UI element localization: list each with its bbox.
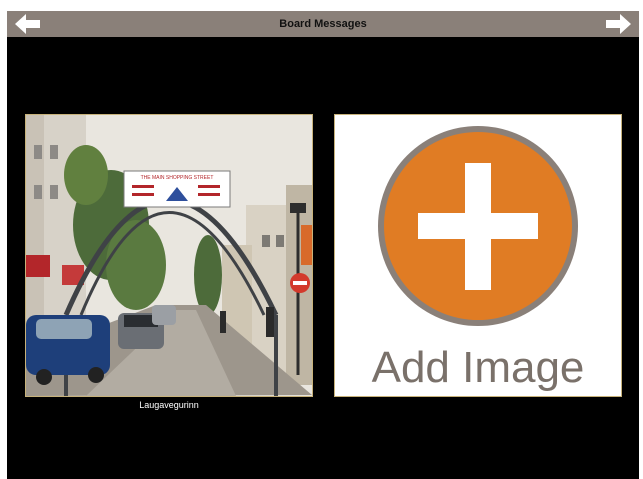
forward-button[interactable]: [603, 13, 633, 35]
street-photo: THE MAIN SHOPPING STREET: [26, 115, 312, 396]
image-card-laugavegurinn[interactable]: THE MAIN SHOPPING STREET: [25, 114, 313, 397]
page-title: Board Messages: [279, 18, 367, 30]
top-bar: Board Messages: [7, 11, 639, 37]
add-image-button[interactable]: Add Image: [334, 114, 622, 397]
image-caption: Laugavegurinn: [139, 400, 199, 410]
arrow-right-icon: [606, 14, 631, 34]
app-screen: Board Messages THE MAIN SHOPPING STREET …: [7, 11, 639, 479]
banner-text: THE MAIN SHOPPING STREET: [141, 175, 214, 181]
add-image-label: Add Image: [371, 343, 585, 392]
